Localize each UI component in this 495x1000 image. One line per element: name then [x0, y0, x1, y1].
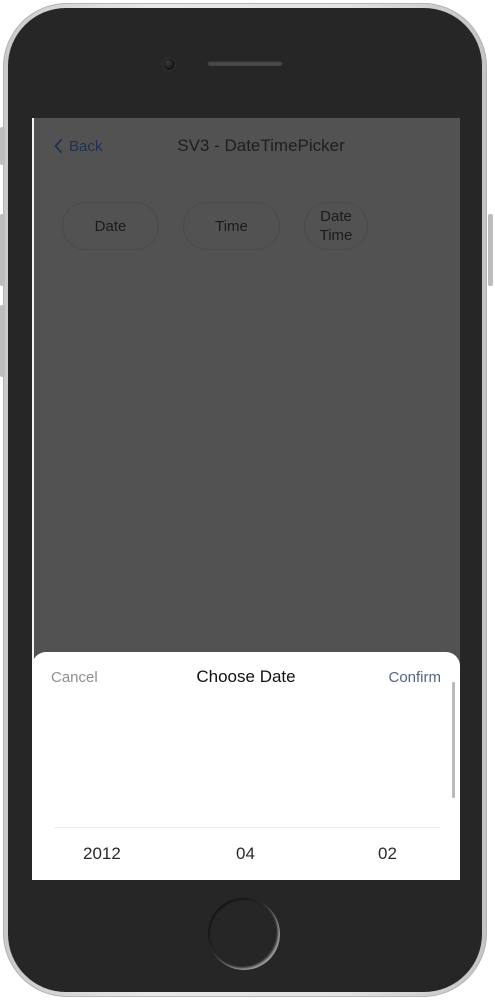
wheel-selection-divider	[54, 827, 440, 828]
year-wheel-value[interactable]: 2012	[83, 844, 121, 864]
mute-switch	[0, 127, 5, 165]
earpiece-speaker	[207, 60, 283, 66]
datetime-button[interactable]: Date Time	[304, 202, 368, 250]
month-wheel-value[interactable]: 04	[236, 844, 255, 864]
date-picker-sheet: Cancel Choose Date Confirm 2012 04 02	[32, 652, 460, 880]
power-button	[488, 214, 493, 286]
volume-down-button	[0, 305, 5, 377]
date-button-label: Date	[94, 217, 127, 235]
date-button[interactable]: Date	[62, 202, 159, 250]
page-title: SV3 - DateTimePicker	[177, 136, 345, 155]
datetime-button-label-line1: Date	[320, 208, 352, 225]
scrollbar[interactable]	[452, 682, 455, 798]
confirm-button[interactable]: Confirm	[388, 669, 441, 686]
volume-up-button	[0, 214, 5, 286]
home-button[interactable]	[208, 898, 280, 970]
time-button[interactable]: Time	[183, 202, 280, 250]
day-wheel-value[interactable]: 02	[378, 844, 397, 864]
front-camera	[162, 57, 176, 71]
datetime-button-label-line2: Time	[319, 227, 353, 244]
time-button-label: Time	[215, 217, 248, 235]
app-screen: Back SV3 - DateTimePicker Date Time Date…	[32, 118, 460, 880]
